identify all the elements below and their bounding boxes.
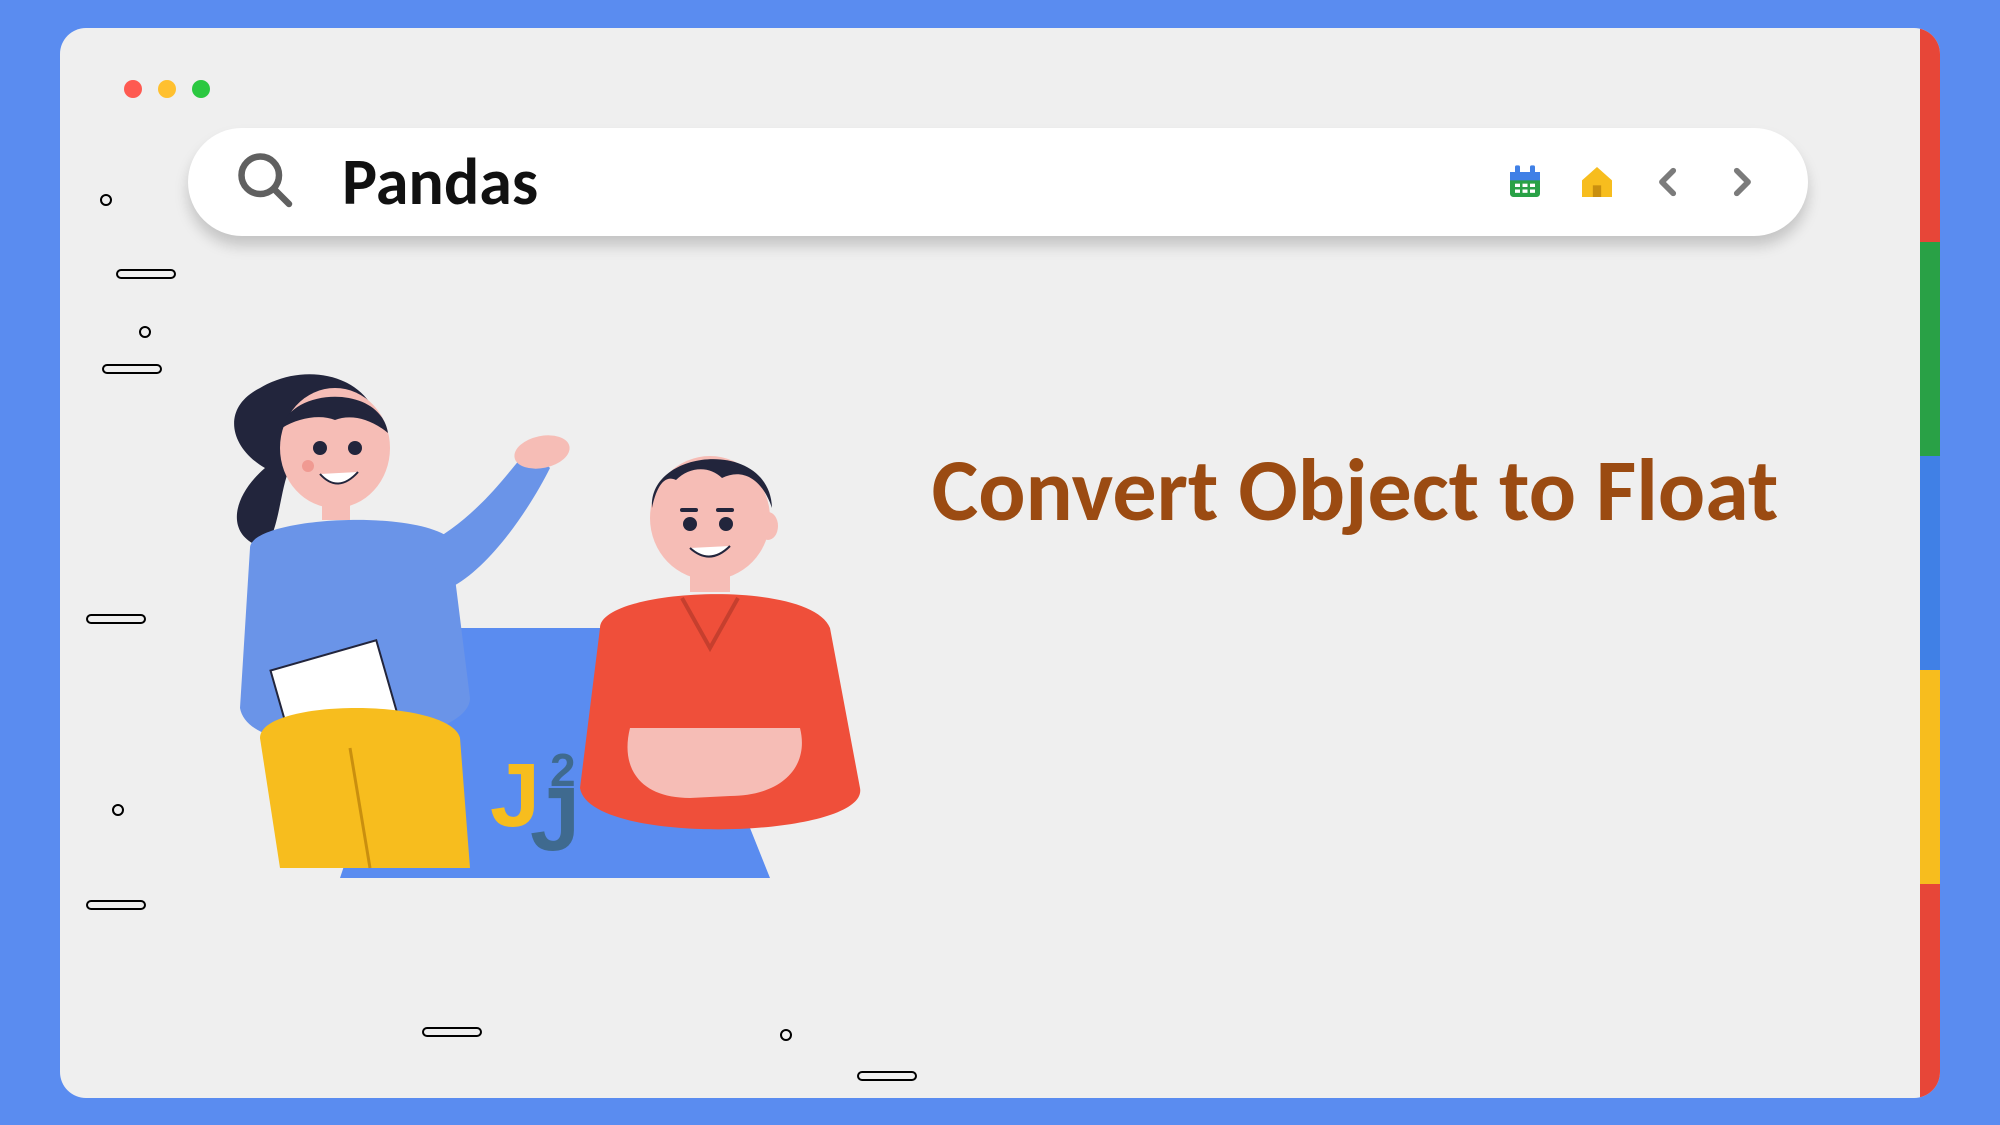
deco-pill <box>102 364 162 374</box>
close-dot[interactable] <box>124 80 142 98</box>
svg-text:J: J <box>530 770 580 870</box>
deco-dot <box>112 804 124 816</box>
side-tab-red[interactable] <box>1920 28 1940 242</box>
side-tab-yellow[interactable] <box>1920 670 1940 884</box>
deco-pill <box>86 614 146 624</box>
app-window: Pandas <box>60 28 1940 1098</box>
deco-dot <box>780 1029 792 1041</box>
side-color-tabs <box>1920 28 1940 1098</box>
maximize-dot[interactable] <box>192 80 210 98</box>
search-input[interactable]: Pandas <box>342 141 1504 222</box>
deco-pill <box>116 269 176 279</box>
chevron-right-icon[interactable] <box>1720 161 1762 203</box>
search-icon[interactable] <box>234 149 294 214</box>
page-title: Convert Object to Float <box>890 438 1820 544</box>
deco-dot <box>100 194 112 206</box>
home-icon[interactable] <box>1576 161 1618 203</box>
calendar-icon[interactable] <box>1504 161 1546 203</box>
window-traffic-lights <box>124 80 210 98</box>
deco-pill <box>422 1027 482 1037</box>
search-bar: Pandas <box>188 128 1808 236</box>
deco-dot <box>139 326 151 338</box>
deco-pill <box>857 1071 917 1081</box>
deco-pill <box>86 900 146 910</box>
side-tab-green[interactable] <box>1920 242 1940 456</box>
chevron-left-icon[interactable] <box>1648 161 1690 203</box>
people-illustration: J 2 J <box>170 348 990 908</box>
side-tab-blue[interactable] <box>1920 456 1940 670</box>
search-actions <box>1504 161 1762 203</box>
side-tab-red-2[interactable] <box>1920 884 1940 1098</box>
minimize-dot[interactable] <box>158 80 176 98</box>
